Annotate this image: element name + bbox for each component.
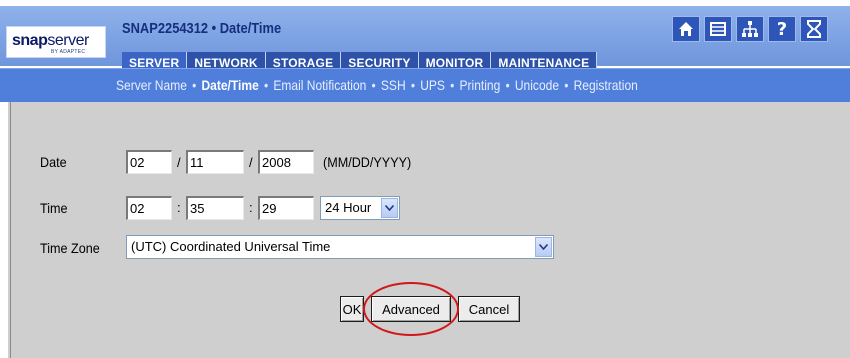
ok-button[interactable]: OK	[340, 296, 364, 322]
timezone-select[interactable]: (UTC) Coordinated Universal Time	[126, 235, 554, 259]
subnav-date-time[interactable]: Date/Time	[201, 77, 258, 93]
subnav-ups[interactable]: UPS	[420, 77, 445, 93]
subnav-separator: •	[371, 77, 376, 93]
time-label: Time	[40, 200, 68, 216]
header-icon-strip: ?	[672, 14, 850, 44]
subnav-ssh[interactable]: SSH	[381, 77, 406, 93]
logo-subtext: BY ADAPTEC	[51, 49, 86, 55]
time-separator: :	[249, 200, 253, 215]
date-month-field[interactable]: 02	[126, 150, 172, 174]
home-icon[interactable]	[672, 16, 700, 42]
subnav-registration[interactable]: Registration	[574, 77, 638, 93]
time-separator: :	[177, 200, 181, 215]
subnav-separator: •	[263, 77, 269, 93]
date-separator: /	[249, 155, 253, 170]
time-minute-field[interactable]: 35	[186, 196, 244, 220]
subnav-separator: •	[410, 77, 416, 93]
time-mode-select[interactable]: 24 Hour	[320, 196, 400, 220]
subnav-separator: •	[192, 77, 197, 93]
server-icon[interactable]	[704, 16, 732, 42]
date-day-field[interactable]: 11	[186, 150, 244, 174]
sub-navigation: Server Name • Date/Time • Email Notifica…	[0, 68, 850, 102]
subnav-separator: •	[505, 77, 510, 93]
chevron-down-icon[interactable]	[535, 237, 552, 257]
subnav-server-name[interactable]: Server Name	[116, 77, 187, 93]
content-divider	[10, 102, 11, 358]
logo-bold-text: snap	[12, 32, 48, 49]
network-icon[interactable]	[736, 16, 764, 42]
cancel-button[interactable]: Cancel	[458, 296, 520, 322]
help-icon[interactable]: ?	[768, 16, 796, 42]
date-year-field[interactable]: 2008	[258, 150, 314, 174]
hourglass-icon[interactable]	[800, 16, 828, 42]
time-hour-field[interactable]: 02	[126, 196, 172, 220]
timezone-label: Time Zone	[40, 240, 100, 256]
subnav-separator: •	[564, 77, 569, 93]
subnav-separator: •	[450, 77, 455, 93]
app-window: snapserver BY ADAPTEC SNAP2254312 • Date…	[0, 0, 850, 358]
timezone-value: (UTC) Coordinated Universal Time	[131, 239, 331, 254]
subnav-email-notification[interactable]: Email Notification	[273, 77, 366, 93]
date-separator: /	[177, 155, 181, 170]
chevron-down-icon[interactable]	[381, 198, 398, 218]
time-mode-value: 24 Hour	[325, 200, 372, 215]
advanced-button[interactable]: Advanced	[371, 296, 451, 322]
page-title: SNAP2254312 • Date/Time	[122, 20, 282, 37]
time-second-field[interactable]: 29	[258, 196, 314, 220]
date-format-hint: (MM/DD/YYYY)	[323, 154, 412, 170]
date-label: Date	[40, 154, 67, 170]
logo-thin-text: server	[47, 32, 89, 49]
header-bar: snapserver BY ADAPTEC SNAP2254312 • Date…	[0, 6, 850, 74]
sub-navigation-links: Server Name • Date/Time • Email Notifica…	[116, 77, 638, 93]
snapserver-logo: snapserver BY ADAPTEC	[6, 26, 106, 58]
subnav-printing[interactable]: Printing	[460, 77, 501, 93]
subnav-unicode[interactable]: Unicode	[515, 77, 559, 93]
